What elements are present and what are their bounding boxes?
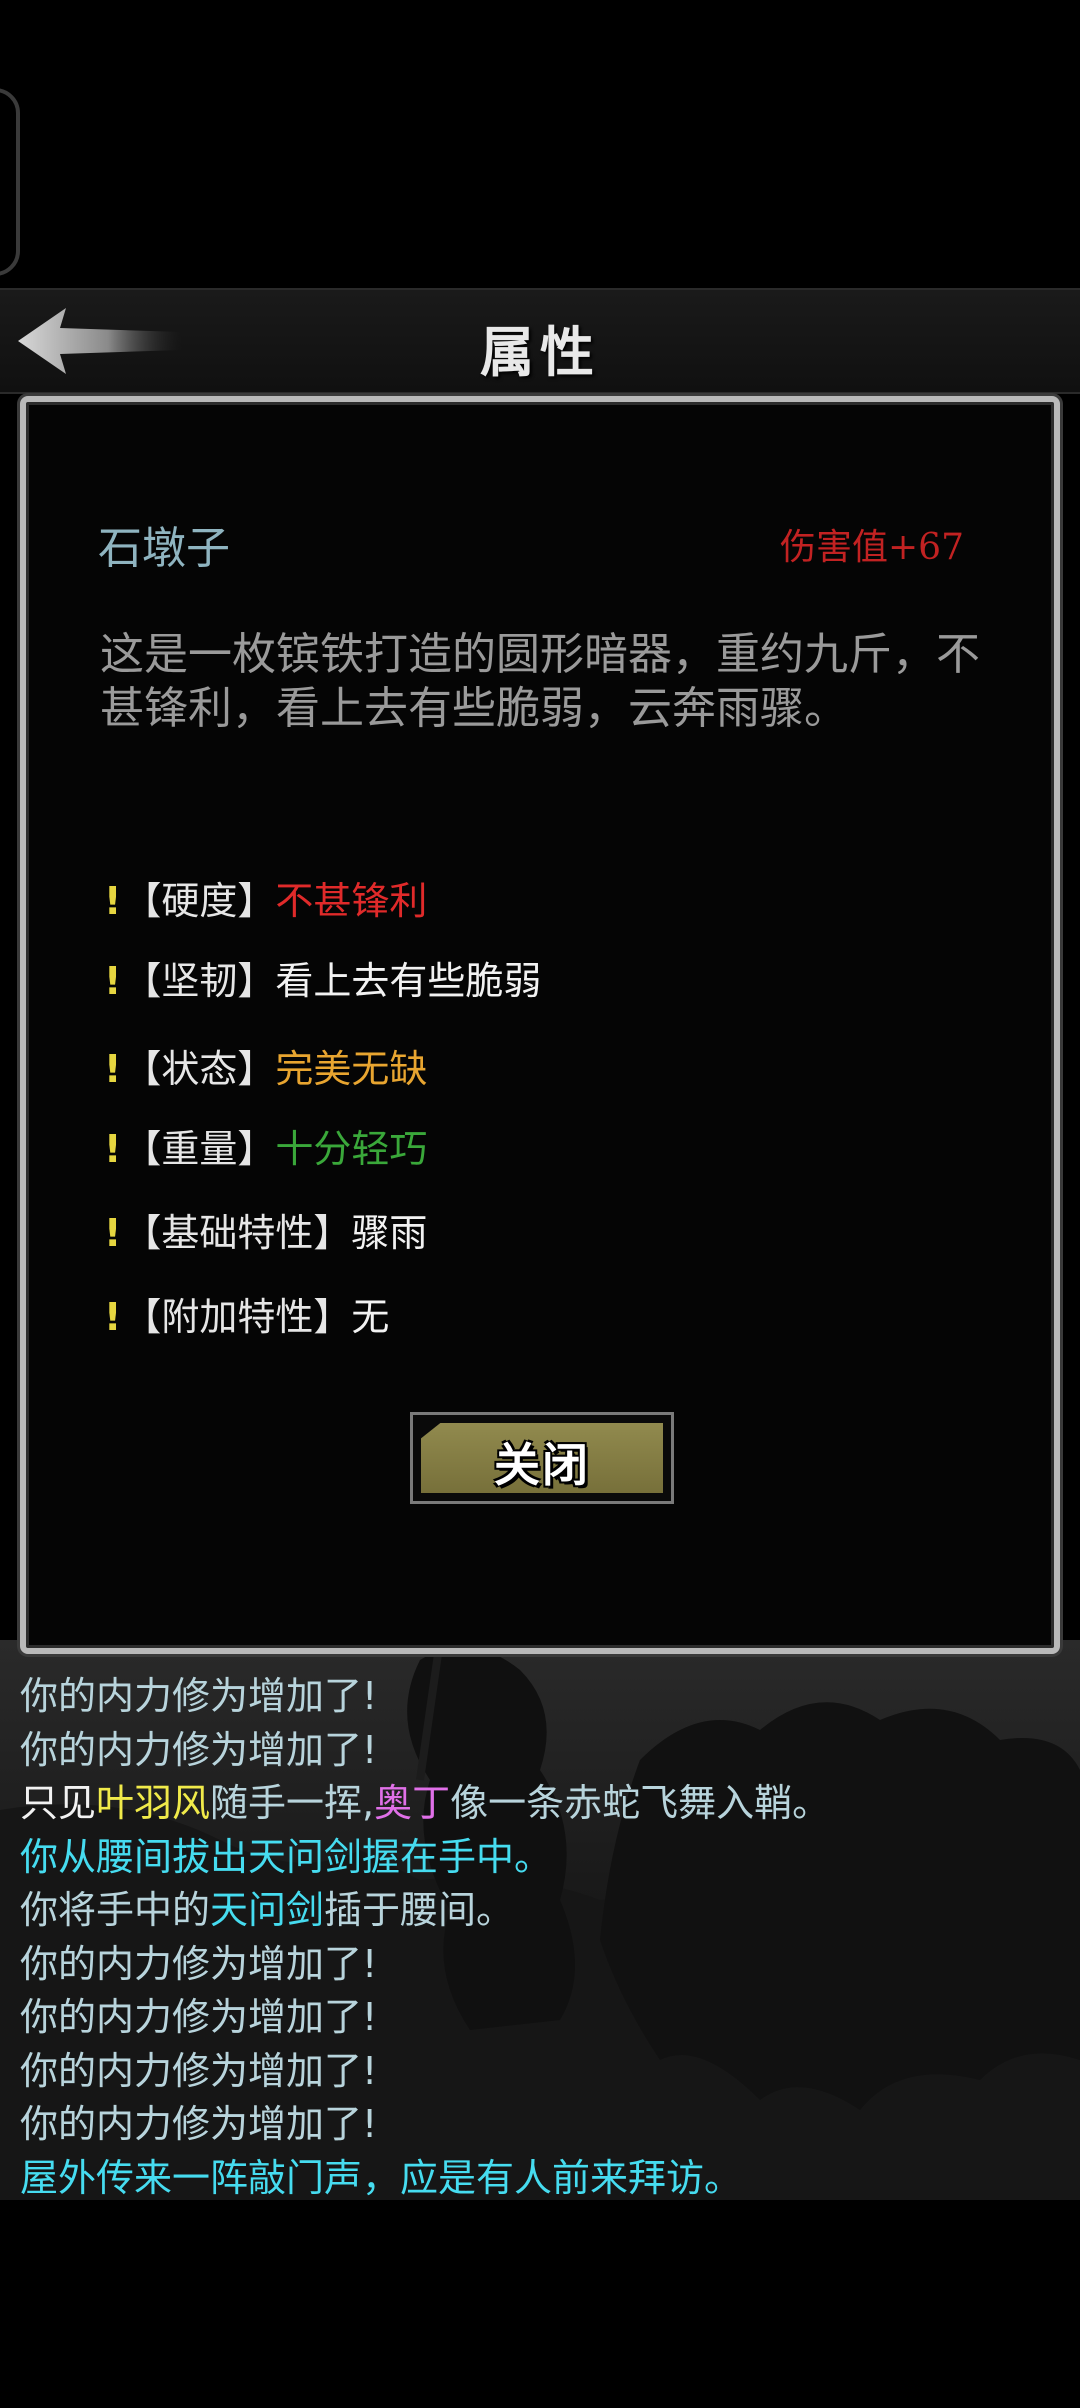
item-attribute-dialog: 石墩子 伤害值+67 这是一枚镔铁打造的圆形暗器，重约九斤，不甚锋利，看上去有些…: [20, 396, 1060, 1654]
attribute-value: 不甚锋利: [275, 879, 428, 923]
log-text-segment: 奥丁: [374, 1781, 451, 1825]
log-text-segment: 你的内力修为增加了!: [20, 1727, 378, 1772]
attribute-value: 无: [351, 1295, 390, 1339]
log-line: 你的内力修为增加了!: [20, 1991, 1060, 2045]
log-text-segment: 叶羽风: [96, 1781, 211, 1825]
attribute-row: !【附加特性】无: [104, 1286, 389, 1341]
attribute-row: !【状态】完美无缺: [104, 1038, 427, 1093]
log-text-segment: 屋外传来一阵敲门声，应是有人前来拜访。: [20, 2155, 743, 2200]
attribute-value: 完美无缺: [275, 1047, 428, 1091]
log-line: 你从腰间拔出天问剑握在手中。: [20, 1831, 1060, 1885]
attribute-label: 【状态】: [123, 1047, 276, 1091]
log-line: 你的内力修为增加了!: [20, 1938, 1060, 1992]
log-line: 你的内力修为增加了!: [20, 1724, 1060, 1778]
log-line: 你将手中的天问剑插于腰间。: [20, 1884, 1060, 1938]
exclamation-icon: !: [104, 1211, 122, 1255]
log-line: 你的内力修为增加了!: [20, 2045, 1060, 2099]
exclamation-icon: !: [104, 1295, 122, 1339]
attribute-label: 【硬度】: [123, 879, 276, 923]
log-line: 你的内力修为增加了!: [20, 1670, 1060, 1724]
exclamation-icon: !: [104, 1047, 122, 1091]
attribute-row: !【硬度】不甚锋利: [104, 870, 427, 925]
log-line: 你的内力修为增加了!: [20, 2098, 1060, 2152]
log-text-segment: 随手一挥,: [210, 1781, 375, 1825]
page-title: 属性: [480, 320, 600, 384]
log-text-segment: 你的内力修为增加了!: [20, 2102, 378, 2146]
exclamation-icon: !: [104, 879, 122, 923]
log-text-segment: 你的内力修为增加了!: [20, 1995, 378, 2039]
log-text-segment: 只见: [20, 1781, 97, 1825]
log-line: 只见叶羽风随手一挥,奥丁像一条赤蛇飞舞入鞘。: [20, 1777, 1060, 1831]
attribute-label: 【重量】: [123, 1127, 276, 1171]
exclamation-icon: !: [104, 1127, 122, 1171]
close-button-label: 关闭: [494, 1438, 590, 1492]
attribute-row: !【坚韧】看上去有些脆弱: [104, 950, 541, 1005]
attribute-value: 骤雨: [351, 1211, 428, 1255]
close-button[interactable]: 关闭: [410, 1412, 674, 1504]
log-text-segment: 你将手中的: [20, 1888, 211, 1932]
game-screen: 属性 石墩子 伤害值+67 这是一枚镔铁打造的圆形暗器，重约九斤，不甚锋利，看上…: [0, 0, 1080, 2408]
attribute-label: 【坚韧】: [123, 959, 276, 1003]
attribute-label: 【基础特性】: [123, 1211, 352, 1255]
attribute-row: !【基础特性】骤雨: [104, 1202, 427, 1257]
log-text-segment: 你从腰间拔出天问剑握在手中。: [20, 1834, 553, 1879]
log-text-segment: 像一条赤蛇飞舞入鞘。: [450, 1781, 831, 1825]
attribute-value: 十分轻巧: [275, 1127, 428, 1171]
attribute-label: 【附加特性】: [123, 1295, 352, 1339]
attribute-value: 看上去有些脆弱: [275, 959, 542, 1003]
item-description: 这是一枚镔铁打造的圆形暗器，重约九斤，不甚锋利，看上去有些脆弱，云奔雨骤。: [100, 629, 980, 734]
message-log[interactable]: 你的内力修为增加了! 你的内力修为增加了! 只见叶羽风随手一挥,奥丁像一条赤蛇飞舞入…: [20, 1670, 1060, 2205]
side-handle[interactable]: [0, 88, 20, 276]
log-text-segment: 插于腰间。: [324, 1888, 515, 1932]
item-name: 石墩子: [98, 523, 230, 574]
log-line: 屋外传来一阵敲门声，应是有人前来拜访。: [20, 2152, 1060, 2206]
exclamation-icon: !: [104, 959, 122, 1003]
log-text-segment: 你的内力修为增加了!: [20, 1941, 378, 1986]
log-text-segment: 你的内力修为增加了!: [20, 1674, 378, 1718]
damage-value: 伤害值+67: [780, 527, 964, 568]
header-bar: 属性: [0, 288, 1080, 394]
attribute-row: !【重量】十分轻巧: [104, 1118, 427, 1173]
log-text-segment: 天问剑: [210, 1888, 325, 1932]
log-text-segment: 你的内力修为增加了!: [20, 2048, 378, 2093]
